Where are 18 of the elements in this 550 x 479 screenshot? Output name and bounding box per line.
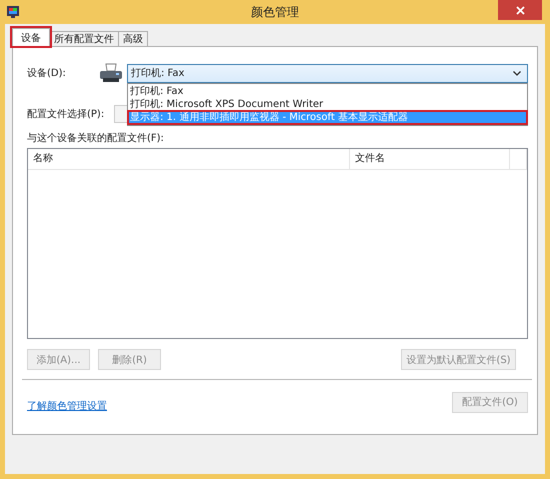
tab[interactable]: 设备 xyxy=(12,28,50,46)
associated-profiles-label: 与这个设备关联的配置文件(F): xyxy=(27,132,165,145)
tab[interactable]: 所有配置文件 xyxy=(49,31,119,46)
tab[interactable]: 高级 xyxy=(118,31,148,46)
printer-icon xyxy=(99,63,123,83)
column-header[interactable]: 名称 xyxy=(28,149,350,169)
learn-color-settings-link[interactable]: 了解颜色管理设置 xyxy=(27,399,107,413)
dropdown-option[interactable]: 打印机: Microsoft XPS Document Writer xyxy=(128,98,527,110)
device-dropdown[interactable]: 打印机: Fax xyxy=(127,64,528,82)
chevron-down-icon xyxy=(513,70,521,76)
close-button[interactable] xyxy=(498,0,542,20)
column-header[interactable]: 文件名 xyxy=(350,149,510,169)
dropdown-option[interactable]: 打印机: Fax xyxy=(128,84,527,98)
profile-selection-label: 配置文件选择(P): xyxy=(27,108,104,121)
device-label: 设备(D): xyxy=(27,67,67,80)
close-icon xyxy=(516,6,524,14)
color-monitor-icon xyxy=(7,6,19,18)
window-title: 颜色管理 xyxy=(251,4,299,21)
